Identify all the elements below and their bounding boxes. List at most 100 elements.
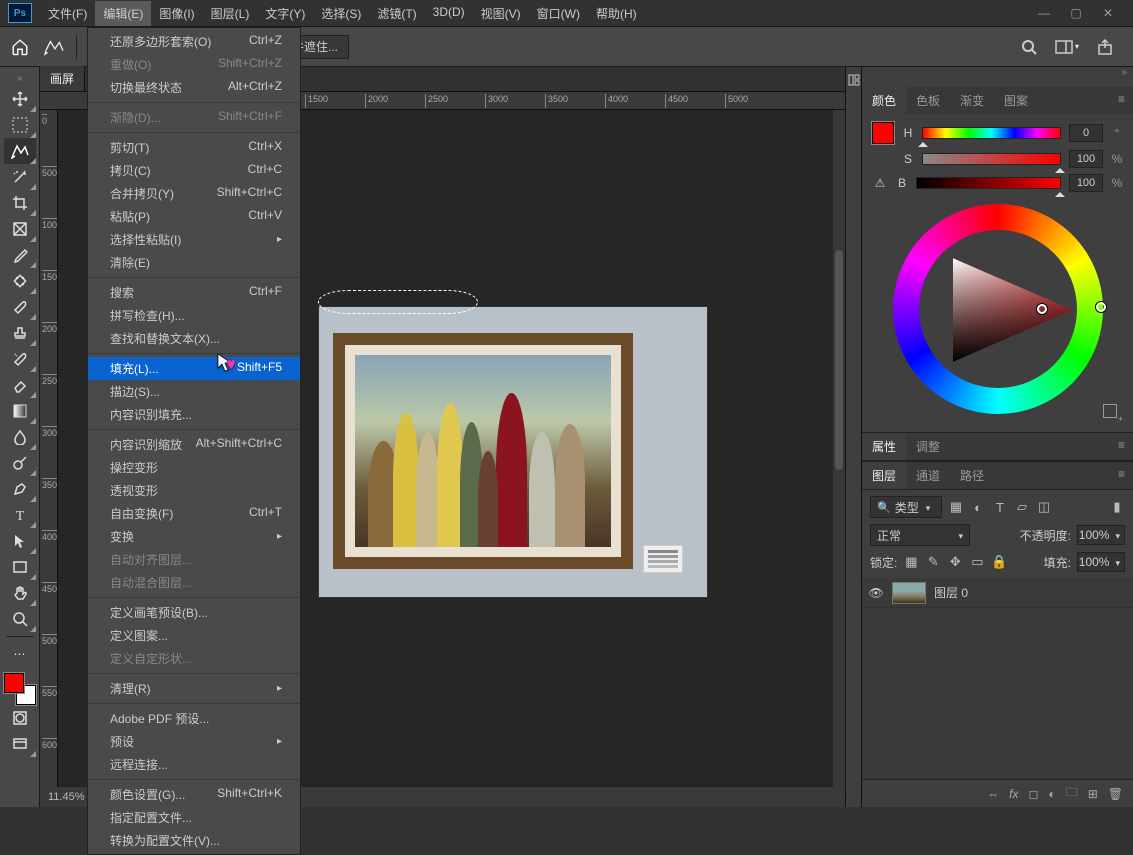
dodge-tool[interactable] <box>4 450 36 476</box>
menu-item[interactable]: 拷贝(C)Ctrl+C <box>88 159 300 182</box>
sat-value[interactable]: 100 <box>1069 150 1103 168</box>
panel-tab[interactable]: 调整 <box>906 433 950 460</box>
foreground-color-swatch[interactable] <box>4 673 24 693</box>
panel-collapse-icon[interactable]: » <box>0 73 39 86</box>
menu-item[interactable]: 变换 <box>88 525 300 548</box>
pen-tool[interactable] <box>4 476 36 502</box>
menu-3[interactable]: 图层(L) <box>203 1 258 26</box>
menu-item[interactable]: 转换为配置文件(V)... <box>88 829 300 852</box>
filter-adjust-icon[interactable]: ◐ <box>970 499 986 515</box>
panel-gutter-icon[interactable] <box>847 73 861 807</box>
path-selection-tool[interactable] <box>4 528 36 554</box>
menu-item[interactable]: 内容识别填充... <box>88 403 300 426</box>
eraser-tool[interactable] <box>4 372 36 398</box>
marquee-tool[interactable] <box>4 112 36 138</box>
maximize-button[interactable]: ▢ <box>1069 6 1083 20</box>
panel-tab[interactable]: 图案 <box>994 87 1038 114</box>
menu-item[interactable]: 查找和替换文本(X)... <box>88 327 300 350</box>
menu-item[interactable]: 选择性粘贴(I) <box>88 228 300 251</box>
scrollbar-vertical[interactable] <box>833 110 845 787</box>
zoom-tool[interactable] <box>4 606 36 632</box>
lock-paint-icon[interactable]: ✎ <box>925 554 941 570</box>
screen-mode-icon[interactable] <box>4 731 36 757</box>
fill-value[interactable]: 100% <box>1077 552 1125 572</box>
menu-item[interactable]: 透视变形 <box>88 479 300 502</box>
sat-slider[interactable] <box>922 153 1061 165</box>
menu-2[interactable]: 图像(I) <box>151 1 202 26</box>
zoom-level[interactable]: 11.45% <box>48 791 85 803</box>
menu-item[interactable]: 剪切(T)Ctrl+X <box>88 136 300 159</box>
panel-menu-icon[interactable]: ≡ <box>1110 87 1133 114</box>
panel-tab[interactable]: 通道 <box>906 462 950 489</box>
new-layer-icon[interactable]: ⊞ <box>1088 787 1098 801</box>
stamp-tool[interactable] <box>4 320 36 346</box>
layer-name[interactable]: 图层 0 <box>934 584 968 601</box>
filter-smart-icon[interactable]: ◫ <box>1036 499 1052 515</box>
filter-shape-icon[interactable]: ▱ <box>1014 499 1030 515</box>
menu-item[interactable]: 颜色设置(G)...Shift+Ctrl+K <box>88 783 300 806</box>
delete-layer-icon[interactable]: 🗑 <box>1108 787 1123 801</box>
panel-tab[interactable]: 图层 <box>862 462 906 489</box>
hue-value[interactable]: 0 <box>1069 124 1103 142</box>
hue-slider[interactable] <box>922 127 1061 139</box>
layer-filter-type[interactable]: 🔍 类型 <box>870 496 942 518</box>
visibility-icon[interactable]: 👁 <box>868 586 884 600</box>
menu-item[interactable]: 定义图案... <box>88 624 300 647</box>
lock-all-icon[interactable]: 🔒 <box>991 554 1007 570</box>
lasso-tool[interactable] <box>4 138 36 164</box>
close-button[interactable]: ✕ <box>1101 6 1115 20</box>
menu-1[interactable]: 编辑(E) <box>95 1 151 26</box>
blend-mode-select[interactable]: 正常 <box>870 524 970 546</box>
layer-row[interactable]: 👁 图层 0 <box>862 578 1133 608</box>
filter-type-icon[interactable]: T <box>992 499 1008 515</box>
edit-toolbar-icon[interactable]: ⋯ <box>4 641 36 667</box>
menu-item[interactable]: 操控变形 <box>88 456 300 479</box>
fg-swatch[interactable] <box>872 122 894 144</box>
menu-0[interactable]: 文件(F) <box>40 1 95 26</box>
menu-item[interactable]: 内容识别缩放Alt+Shift+Ctrl+C <box>88 433 300 456</box>
crop-tool[interactable] <box>4 190 36 216</box>
search-icon[interactable] <box>1017 35 1041 59</box>
menu-item[interactable]: 清理(R) <box>88 677 300 700</box>
lock-pixels-icon[interactable]: ▦ <box>903 554 919 570</box>
menu-7[interactable]: 3D(D) <box>425 1 473 26</box>
panel-tab[interactable]: 渐变 <box>950 87 994 114</box>
workspace-icon[interactable]: ▾ <box>1055 35 1079 59</box>
magic-wand-tool[interactable] <box>4 164 36 190</box>
triangle-knob[interactable] <box>1037 304 1047 314</box>
menu-item[interactable]: 粘贴(P)Ctrl+V <box>88 205 300 228</box>
menu-item[interactable]: 合并拷贝(Y)Shift+Ctrl+C <box>88 182 300 205</box>
group-icon[interactable]: 🗀 <box>1066 783 1078 804</box>
menu-item[interactable]: 远程连接... <box>88 753 300 776</box>
panel-tab[interactable]: 色板 <box>906 87 950 114</box>
type-tool[interactable]: T <box>4 502 36 528</box>
panel-menu-icon[interactable]: ≡ <box>1110 462 1133 489</box>
color-mode-icon[interactable] <box>1103 404 1117 418</box>
collapse-panels-icon[interactable]: » <box>1121 67 1127 78</box>
bri-slider[interactable] <box>916 177 1061 189</box>
layer-mask-icon[interactable]: ◻ <box>1028 787 1038 801</box>
menu-item[interactable]: 清除(E) <box>88 251 300 274</box>
menu-item[interactable]: 定义画笔预设(B)... <box>88 601 300 624</box>
eyedropper-tool[interactable] <box>4 242 36 268</box>
color-wheel[interactable] <box>872 198 1123 424</box>
minimize-button[interactable]: — <box>1037 6 1051 20</box>
color-swatches[interactable] <box>4 673 36 705</box>
wheel-knob[interactable] <box>1096 302 1106 312</box>
lock-artboard-icon[interactable]: ▭ <box>969 554 985 570</box>
menu-9[interactable]: 窗口(W) <box>529 1 588 26</box>
shape-tool[interactable] <box>4 554 36 580</box>
layer-style-icon[interactable]: fx <box>1009 787 1018 801</box>
menu-item[interactable]: 切换最终状态Alt+Ctrl+Z <box>88 76 300 99</box>
bri-value[interactable]: 100 <box>1069 174 1103 192</box>
document-tab[interactable]: 画屏 <box>40 66 85 91</box>
healing-tool[interactable] <box>4 268 36 294</box>
frame-tool[interactable] <box>4 216 36 242</box>
panel-tab[interactable]: 路径 <box>950 462 994 489</box>
menu-item[interactable]: 自由变换(F)Ctrl+T <box>88 502 300 525</box>
hand-tool[interactable] <box>4 580 36 606</box>
gamut-warning-icon[interactable]: ⚠ <box>872 175 888 191</box>
menu-item[interactable]: Adobe PDF 预设... <box>88 707 300 730</box>
menu-5[interactable]: 选择(S) <box>313 1 369 26</box>
quick-mask-icon[interactable] <box>4 705 36 731</box>
